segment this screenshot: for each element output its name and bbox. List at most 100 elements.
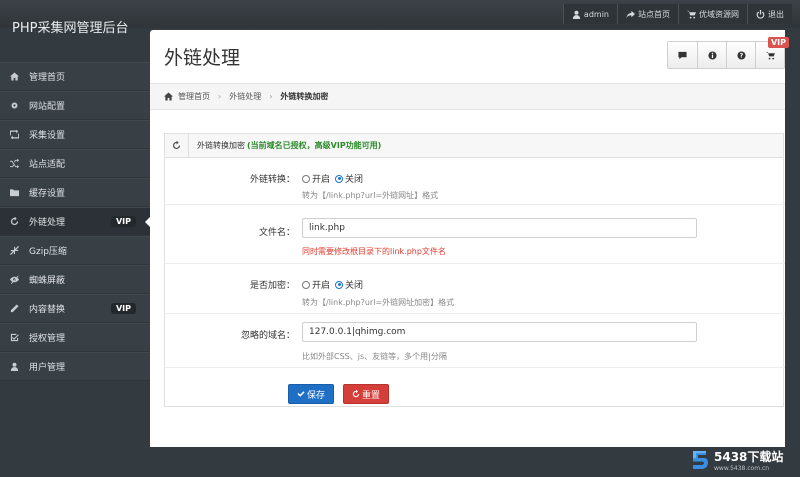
user-icon xyxy=(572,10,581,19)
user-icon xyxy=(10,362,19,371)
top-link-label: 站点首页 xyxy=(638,9,670,19)
link-convert-on-radio[interactable] xyxy=(302,174,310,183)
watermark-logo xyxy=(690,449,710,471)
watermark-title: 5438下载站 xyxy=(714,450,784,464)
cart-icon xyxy=(765,51,775,60)
main-content: 外链处理 ? VIP 管理首页 › 外链处理 › 外链转换加密 外链转换加密 (… xyxy=(150,30,789,447)
top-link-label: 优域资源网 xyxy=(699,9,739,19)
ignore-domain-input[interactable]: 127.0.0.1|qhimg.com xyxy=(302,322,697,342)
sidebar-item-site-config[interactable]: 网站配置 xyxy=(0,91,150,120)
share-icon xyxy=(626,10,635,18)
chevron-right-icon: › xyxy=(218,92,222,101)
top-link-admin[interactable]: admin xyxy=(562,4,617,24)
folder-icon xyxy=(10,189,19,197)
app-title: PHP采集网管理后台 xyxy=(12,21,129,36)
sidebar-item-label: 采集设置 xyxy=(29,131,66,141)
sidebar-item-gzip[interactable]: Gzip压缩 xyxy=(0,236,150,265)
file-name-input[interactable]: link.php xyxy=(302,218,697,238)
ignore-domain-help: 比如外部CSS、js、友链等，多个用|分隔 xyxy=(302,352,447,361)
info-icon xyxy=(707,50,717,60)
sidebar-item-site-adapt[interactable]: 站点适配 xyxy=(0,149,150,178)
comment-icon xyxy=(678,51,687,59)
save-button-label: 保存 xyxy=(306,390,325,401)
watermark-text: 5438下载站 www.5438.com.cn xyxy=(714,448,783,472)
sidebar-item-label: 用户管理 xyxy=(29,363,66,373)
home-icon xyxy=(10,72,19,81)
form-row-ignore-domain: 忽略的域名： 127.0.0.1|qhimg.com 比如外部CSS、js、友链… xyxy=(165,314,785,368)
vip-tag: VIP xyxy=(767,37,789,48)
help-button[interactable]: ? xyxy=(726,42,755,68)
sidebar-item-content-replace[interactable]: 内容替换 VIP xyxy=(0,294,150,323)
pencil-icon xyxy=(10,304,19,313)
top-links: admin 站点首页 优域资源网 退出 xyxy=(562,4,792,24)
page-title: 外链处理 xyxy=(164,47,241,69)
sidebar-item-home[interactable]: 管理首页 xyxy=(0,62,150,91)
top-bar: PHP采集网管理后台 admin 站点首页 优域资源网 退出 xyxy=(0,0,800,36)
panel-auth-note: (当前域名已授权，高级VIP功能可用) xyxy=(247,141,382,150)
panel-title: 外链转换加密 xyxy=(197,141,245,150)
chevron-right-icon: › xyxy=(269,92,273,101)
svg-text:?: ? xyxy=(739,52,743,59)
form-row-encrypt: 是否加密： 开启 关闭 转为【/link.php?url=外链网址加密】格式 xyxy=(165,264,785,314)
file-name-help: 同时需要修改根目录下的link.php文件名 xyxy=(302,247,446,256)
top-link-label: 退出 xyxy=(768,9,784,19)
sidebar-item-auth[interactable]: 授权管理 xyxy=(0,323,150,352)
sidebar-item-users[interactable]: 用户管理 xyxy=(0,352,150,381)
sidebar-item-label: 管理首页 xyxy=(29,73,66,83)
sidebar-item-spider-block[interactable]: 蜘蛛屏蔽 xyxy=(0,265,150,294)
sidebar-item-label: 授权管理 xyxy=(29,334,66,344)
random-icon xyxy=(10,159,19,168)
sidebar-item-label: 蜘蛛屏蔽 xyxy=(29,276,66,286)
eye-off-icon xyxy=(10,275,19,284)
message-button[interactable] xyxy=(668,42,697,68)
top-link-site-home[interactable]: 站点首页 xyxy=(617,4,678,24)
panel-refresh-button[interactable] xyxy=(165,134,189,157)
refresh-icon xyxy=(10,217,19,226)
top-link-logout[interactable]: 退出 xyxy=(747,4,792,24)
radio-label: 开启 xyxy=(312,175,331,185)
sidebar-item-label: 站点适配 xyxy=(29,160,66,170)
check-icon xyxy=(297,391,305,397)
gear-icon xyxy=(11,102,18,109)
breadcrumb-link-process[interactable]: 外链处理 xyxy=(229,91,261,102)
sidebar-item-label: 外链处理 xyxy=(29,218,66,228)
retweet-icon xyxy=(10,130,19,139)
breadcrumb-home[interactable]: 管理首页 xyxy=(178,91,210,102)
link-convert-off-radio[interactable] xyxy=(335,174,344,183)
watermark: 5438下载站 www.5438.com.cn xyxy=(690,448,783,472)
check-square-icon xyxy=(10,333,19,342)
radio-label: 关闭 xyxy=(345,281,364,291)
encrypt-help: 转为【/link.php?url=外链网址加密】格式 xyxy=(302,298,455,307)
refresh-icon xyxy=(172,141,181,150)
reset-button-label: 重置 xyxy=(361,390,380,401)
sidebar-item-link-process[interactable]: 外链处理 VIP xyxy=(0,207,151,236)
form-row-link-convert: 外链转换： 开启 关闭 转为【/link.php?url=外链网址】格式 xyxy=(165,158,785,205)
encrypt-off-radio[interactable] xyxy=(335,280,344,289)
link-convert-label: 外链转换： xyxy=(249,175,295,185)
cart-icon xyxy=(687,10,696,19)
link-convert-help: 转为【/link.php?url=外链网址】格式 xyxy=(302,191,439,200)
watermark-url: www.5438.com.cn xyxy=(714,465,770,472)
encrypt-on-radio[interactable] xyxy=(302,280,310,289)
vip-badge: VIP xyxy=(110,303,136,314)
reset-button[interactable]: 重置 xyxy=(343,384,389,404)
breadcrumb: 管理首页 › 外链处理 › 外链转换加密 xyxy=(150,83,785,110)
vip-badge: VIP xyxy=(110,216,136,227)
top-link-resource[interactable]: 优域资源网 xyxy=(678,4,747,24)
info-button[interactable] xyxy=(697,42,726,68)
panel-header: 外链转换加密 (当前域名已授权，高级VIP功能可用) xyxy=(165,134,783,158)
sidebar: 管理首页 网站配置 采集设置 站点适配 缓存设置 外链处理 VIP Gzip压缩… xyxy=(0,62,151,381)
sidebar-item-label: 内容替换 xyxy=(29,305,66,315)
sidebar-item-label: Gzip压缩 xyxy=(29,247,67,257)
sidebar-item-cache[interactable]: 缓存设置 xyxy=(0,178,150,207)
sidebar-item-collect[interactable]: 采集设置 xyxy=(0,120,150,149)
radio-label: 开启 xyxy=(312,281,331,291)
radio-label: 关闭 xyxy=(345,175,364,185)
question-icon: ? xyxy=(736,50,746,59)
breadcrumb-current: 外链转换加密 xyxy=(280,92,329,101)
refresh-icon xyxy=(352,390,360,398)
home-icon xyxy=(164,92,173,101)
top-link-label: admin xyxy=(583,9,609,19)
sidebar-item-label: 网站配置 xyxy=(29,102,66,112)
save-button[interactable]: 保存 xyxy=(288,384,334,404)
